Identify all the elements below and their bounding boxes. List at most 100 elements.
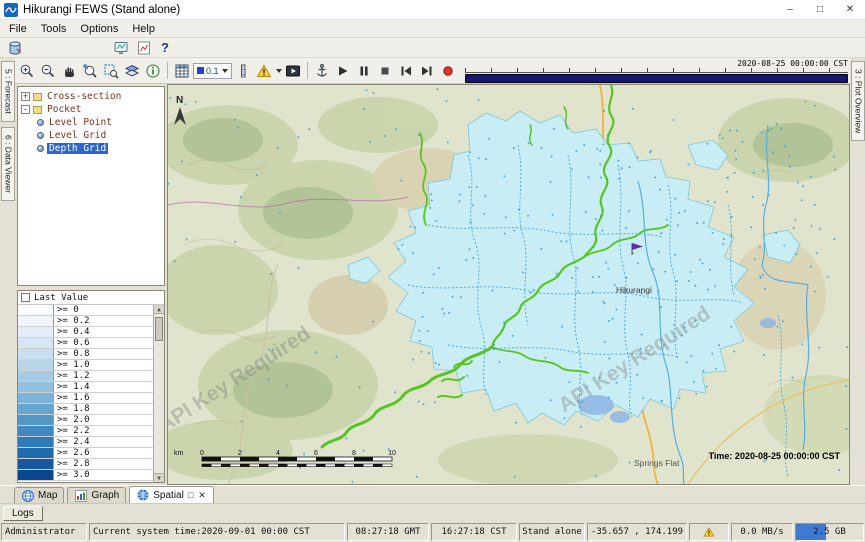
thresholds-chevron-icon[interactable] xyxy=(276,69,282,73)
map-point xyxy=(438,364,440,366)
tab-plot-overview[interactable]: 3 : Plot Overview xyxy=(851,61,865,141)
animation-display-button[interactable] xyxy=(283,61,303,81)
info-button[interactable] xyxy=(143,61,163,81)
maximize-button[interactable]: □ xyxy=(805,0,835,19)
legend-row[interactable]: >= 0.8 xyxy=(18,349,153,360)
gauge-button[interactable] xyxy=(233,61,253,81)
timeline-ruler[interactable] xyxy=(465,68,848,73)
minimize-button[interactable]: – xyxy=(775,0,805,19)
open-database-button[interactable] xyxy=(5,38,25,58)
thresholds-button[interactable] xyxy=(254,61,274,81)
collapse-icon[interactable]: - xyxy=(21,105,30,114)
legend-color-swatch xyxy=(18,459,54,469)
north-label: N xyxy=(176,95,183,106)
layers-button[interactable] xyxy=(122,61,142,81)
skip-to-end-button[interactable] xyxy=(417,61,437,81)
map-point xyxy=(628,210,630,212)
map-point xyxy=(660,306,662,308)
map-point xyxy=(575,150,577,152)
map-point xyxy=(734,172,736,174)
legend-row[interactable]: >= 2.2 xyxy=(18,426,153,437)
tree-item-level-grid[interactable]: Level Grid xyxy=(37,129,164,142)
panel-close-icon[interactable]: ✕ xyxy=(197,490,207,501)
stop-button[interactable] xyxy=(375,61,395,81)
map-point xyxy=(373,92,375,94)
legend-row[interactable]: >= 2.6 xyxy=(18,448,153,459)
zoom-in-button[interactable] xyxy=(17,61,37,81)
zoom-extent-button[interactable] xyxy=(101,61,121,81)
map-point xyxy=(286,385,288,387)
logs-button[interactable]: Logs xyxy=(3,506,43,521)
timeline-slider[interactable] xyxy=(465,74,848,83)
map-point xyxy=(715,368,717,370)
map-point xyxy=(541,147,543,149)
play-button[interactable] xyxy=(333,61,353,81)
time-series-button[interactable] xyxy=(134,38,154,58)
legend-row[interactable]: >= 0.2 xyxy=(18,316,153,327)
tab-data-viewer[interactable]: 6 : Data Viewer xyxy=(1,127,15,201)
legend-row[interactable]: >= 1.0 xyxy=(18,360,153,371)
legend-row[interactable]: >= 1.4 xyxy=(18,382,153,393)
tree-item-level-point[interactable]: Level Point xyxy=(37,116,164,129)
map-point xyxy=(504,175,506,177)
pan-hand-icon xyxy=(61,63,77,79)
zoom-previous-button[interactable] xyxy=(80,61,100,81)
legend-row[interactable]: >= 0.6 xyxy=(18,338,153,349)
map-point xyxy=(174,260,176,262)
record-button[interactable] xyxy=(438,61,458,81)
zoom-out-button[interactable] xyxy=(38,61,58,81)
map-point xyxy=(608,357,610,359)
skip-to-start-button[interactable] xyxy=(396,61,416,81)
tab-map[interactable]: Map xyxy=(14,487,64,503)
folder-icon xyxy=(33,93,42,101)
legend-scrollbar[interactable]: ▲ ▼ xyxy=(153,305,164,482)
tab-forecast[interactable]: 5 : Forecast xyxy=(1,61,15,122)
map-point xyxy=(601,229,603,231)
legend-row[interactable]: >= 2.8 xyxy=(18,459,153,470)
tab-graph[interactable]: Graph xyxy=(67,487,126,503)
map-point xyxy=(599,163,601,165)
map-display-button[interactable] xyxy=(111,38,131,58)
expand-icon[interactable]: + xyxy=(21,92,30,101)
status-warning-cell[interactable] xyxy=(689,523,729,541)
legend-row[interactable]: >= 1.2 xyxy=(18,371,153,382)
menu-tools[interactable]: Tools xyxy=(34,21,74,37)
scroll-down-icon[interactable]: ▼ xyxy=(154,473,164,482)
grid-display-button[interactable] xyxy=(172,61,192,81)
scroll-up-icon[interactable]: ▲ xyxy=(154,305,164,314)
map-point xyxy=(733,350,735,352)
map-point xyxy=(447,141,449,143)
tree-item-pocket[interactable]: - Pocket xyxy=(21,103,164,116)
close-button[interactable]: ✕ xyxy=(835,0,865,19)
legend-row[interactable]: >= 0.4 xyxy=(18,327,153,338)
help-button[interactable]: ? xyxy=(157,40,173,55)
tree-item-cross-section[interactable]: + Cross-section xyxy=(21,90,164,103)
map-point xyxy=(814,291,816,293)
pan-button[interactable] xyxy=(59,61,79,81)
legend-row[interactable]: >= 2.0 xyxy=(18,415,153,426)
legend-row[interactable]: >= 2.4 xyxy=(18,437,153,448)
map-point xyxy=(256,174,258,176)
pause-button[interactable] xyxy=(354,61,374,81)
tree-item-depth-grid[interactable]: Depth Grid xyxy=(37,142,164,155)
legend-row[interactable]: >= 1.6 xyxy=(18,393,153,404)
map-canvas[interactable]: API Key Required API Key Required Hikura… xyxy=(168,85,849,484)
panel-maximize-icon[interactable]: □ xyxy=(187,490,194,500)
profile-tool-button[interactable] xyxy=(312,61,332,81)
tab-spatial[interactable]: Spatial □ ✕ xyxy=(129,486,214,503)
menu-options[interactable]: Options xyxy=(73,21,125,37)
map-point xyxy=(550,399,552,401)
menu-file[interactable]: File xyxy=(2,21,34,37)
legend-row[interactable]: >= 1.8 xyxy=(18,404,153,415)
map-point xyxy=(400,180,402,182)
map-point xyxy=(810,266,812,268)
legend-row[interactable]: >= 0 xyxy=(18,305,153,316)
menu-help[interactable]: Help xyxy=(125,21,162,37)
map-viewport[interactable]: API Key Required API Key Required Hikura… xyxy=(167,84,850,485)
legend-row[interactable]: >= 3.0 xyxy=(18,470,153,481)
contour-interval-select[interactable]: 0.1 xyxy=(193,63,232,79)
scrollbar-thumb[interactable] xyxy=(155,317,163,341)
map-point xyxy=(629,166,631,168)
map-point xyxy=(505,216,507,218)
last-value-checkbox[interactable] xyxy=(21,293,30,302)
